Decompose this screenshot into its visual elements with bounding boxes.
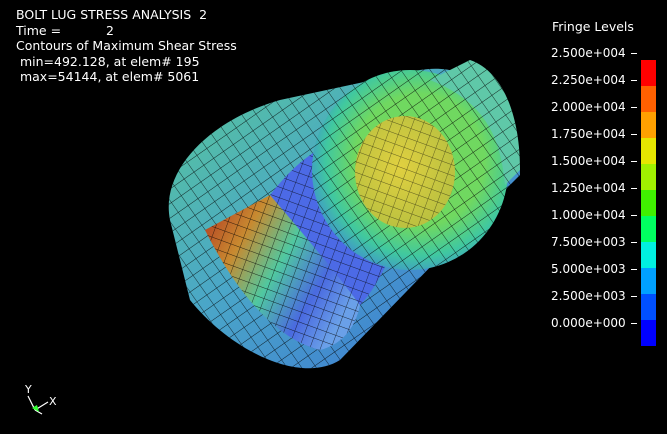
legend-swatch-3 [641,138,656,164]
axis-triad: Y X [24,383,57,415]
legend-swatch-1 [641,86,656,112]
legend-level-5: 1.250e+004 [551,181,637,195]
legend-title: Fringe Levels [552,19,634,34]
legend-swatch-6 [641,216,656,242]
legend-level-10: 0.000e+000 [551,316,637,330]
legend-swatch-0 [641,60,656,86]
legend-swatch-9 [641,294,656,320]
legend-swatch-2 [641,112,656,138]
legend-level-0: 2.500e+004 [551,46,637,60]
legend-swatch-8 [641,268,656,294]
legend-level-7: 7.500e+003 [551,235,637,249]
triad-x-label: X [49,395,57,408]
legend-level-3: 1.750e+004 [551,127,637,141]
legend-level-9: 2.500e+003 [551,289,637,303]
legend-color-bar [641,60,656,346]
lug-body [168,60,520,369]
legend-swatch-7 [641,242,656,268]
legend-swatch-10 [641,320,656,346]
legend-swatch-4 [641,164,656,190]
legend-level-8: 5.000e+003 [551,262,637,276]
legend-swatch-5 [641,190,656,216]
legend-level-1: 2.250e+004 [551,73,637,87]
triad-y-label: Y [24,383,32,396]
legend-level-4: 1.500e+004 [551,154,637,168]
legend-level-2: 2.000e+004 [551,100,637,114]
legend-level-6: 1.000e+004 [551,208,637,222]
